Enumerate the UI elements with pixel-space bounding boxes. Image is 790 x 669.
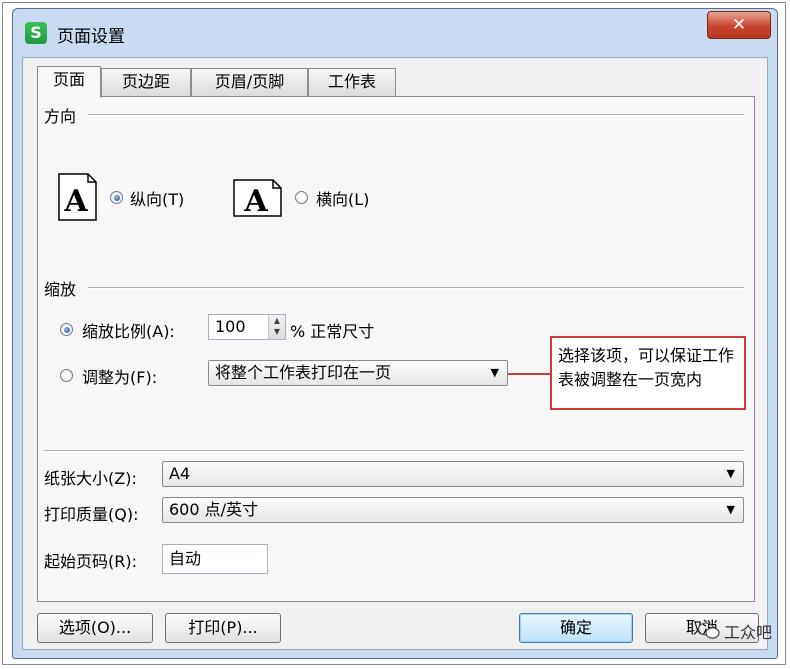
spin-down-icon[interactable]: ▼ (269, 326, 285, 337)
fit-to-label[interactable]: 调整为(F): (82, 364, 157, 388)
first-page-number-label: 起始页码(R): (44, 552, 137, 571)
divider (88, 114, 744, 116)
first-page-number-input[interactable]: 自动 (162, 544, 268, 574)
portrait-radio[interactable] (110, 191, 123, 204)
scale-spinner[interactable]: ▲ ▼ (268, 315, 285, 339)
scale-percent-radio[interactable] (60, 323, 73, 336)
divider (44, 450, 744, 452)
fit-to-value: 将整个工作表打印在一页 (215, 363, 392, 382)
landscape-page-icon: A (233, 179, 282, 217)
chevron-down-icon: ▼ (726, 467, 735, 480)
chevron-down-icon: ▼ (726, 503, 735, 516)
portrait-page-icon: A (58, 173, 97, 221)
watermark: 工众吧 (697, 619, 772, 643)
landscape-radio[interactable] (295, 191, 308, 204)
chevron-down-icon: ▼ (490, 366, 499, 379)
dialog-title: 页面设置 (57, 27, 125, 47)
spin-up-icon[interactable]: ▲ (269, 315, 285, 326)
print-button[interactable]: 打印(P)... (165, 613, 281, 643)
divider (88, 287, 744, 289)
print-quality-select[interactable]: 600 点/英寸 ▼ (162, 497, 744, 523)
landscape-icon-letter: A (243, 184, 268, 217)
wps-logo-icon: S (25, 22, 47, 44)
callout-connector (508, 373, 552, 375)
wechat-icon (697, 622, 720, 639)
ok-button[interactable]: 确定 (519, 613, 633, 643)
scale-unit-label: % 正常尺寸 (290, 322, 375, 341)
fit-to-select[interactable]: 将整个工作表打印在一页 ▼ (208, 360, 508, 386)
title-bar[interactable]: S 页面设置 ✕ (13, 9, 777, 57)
scale-percent-input[interactable]: 100 ▲ ▼ (208, 314, 286, 340)
scale-percent-value: 100 (215, 317, 246, 336)
paper-size-select[interactable]: A4 ▼ (162, 461, 744, 487)
paper-size-label: 纸张大小(Z): (44, 469, 137, 488)
tab-page[interactable]: 页面 (37, 66, 101, 98)
print-quality-label: 打印质量(Q): (44, 505, 139, 524)
options-button[interactable]: 选项(O)... (37, 613, 153, 643)
scaling-section-label: 缩放 (44, 276, 83, 300)
scale-percent-label[interactable]: 缩放比例(A): (82, 318, 175, 342)
tab-margins[interactable]: 页边距 (101, 68, 191, 96)
tab-header-footer[interactable]: 页眉/页脚 (191, 68, 308, 96)
fit-to-radio[interactable] (60, 369, 73, 382)
page-setup-dialog: S 页面设置 ✕ 页面 页边距 页眉/页脚 工作表 方向 A 纵向(T) A 横… (12, 8, 778, 659)
tab-sheet[interactable]: 工作表 (308, 68, 396, 96)
close-button[interactable]: ✕ (707, 11, 771, 39)
landscape-label[interactable]: 横向(L) (316, 186, 369, 210)
paper-size-value: A4 (169, 464, 191, 483)
watermark-text: 工众吧 (723, 623, 772, 642)
print-quality-value: 600 点/英寸 (169, 500, 259, 519)
tab-panel-page: 方向 A 纵向(T) A 横向(L) 缩放 缩放比例(A): 100 ▲ ▼ %… (37, 96, 755, 602)
portrait-icon-letter: A (63, 184, 88, 219)
portrait-label[interactable]: 纵向(T) (130, 186, 184, 210)
orientation-section-label: 方向 (44, 103, 83, 127)
dialog-body: 页面 页边距 页眉/页脚 工作表 方向 A 纵向(T) A 横向(L) 缩放 缩… (22, 57, 768, 650)
annotation-callout: 选择该项，可以保证工作表被调整在一页宽内 (550, 336, 746, 410)
close-icon: ✕ (731, 15, 747, 35)
